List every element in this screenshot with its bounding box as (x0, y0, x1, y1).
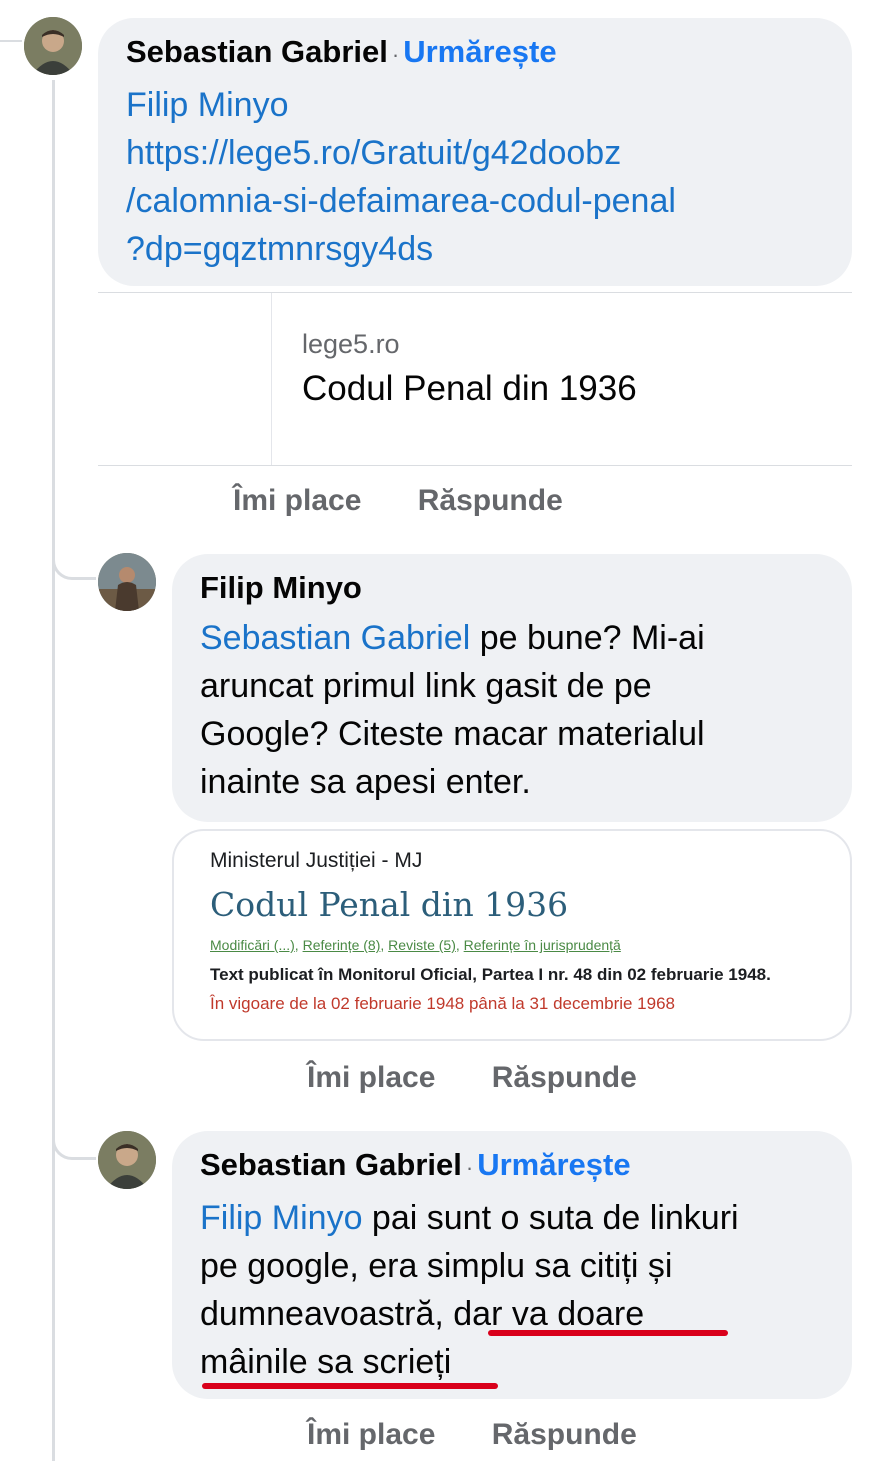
thread-branch-1 (52, 540, 96, 580)
preview-source: Ministerul Justiției - MJ (210, 849, 423, 872)
mention-link[interactable]: Sebastian Gabriel (200, 619, 470, 657)
red-underline-1 (488, 1330, 728, 1336)
follow-button[interactable]: Urmărește (403, 34, 556, 69)
link-preview-title: Codul Penal din 1936 (302, 369, 637, 408)
thread-branch-top (0, 40, 22, 42)
link-preview-domain: lege5.ro (302, 329, 400, 359)
red-underline-2 (202, 1383, 498, 1389)
preview-link-jurisprudenta: Referințe în jurisprudență (463, 937, 621, 953)
preview-link-reviste: Reviste (5) (388, 937, 456, 953)
avatar-filip[interactable] (98, 553, 156, 611)
preview-validity-text: În vigoare de la 02 februarie 1948 până … (210, 994, 676, 1013)
comment-actions-2: Îmi place Răspunde (307, 1061, 637, 1095)
like-button[interactable]: Îmi place (307, 1061, 435, 1095)
preview-link-modificari: Modificări (...) (210, 937, 295, 953)
comment-text-line-3: Google? Citeste macar materialul (200, 715, 705, 753)
thread-branch-2 (52, 1120, 96, 1160)
author-name[interactable]: Sebastian Gabriel (200, 1147, 462, 1182)
comment-text-line-1: Sebastian Gabriel pe bune? Mi-ai (200, 614, 824, 662)
separator-dot: · (391, 42, 400, 67)
separator-dot: · (465, 1155, 474, 1180)
comment-bubble-3: Sebastian Gabriel · Urmărește Filip Minyo … (172, 1131, 852, 1399)
comment-text-line-4: inainte sa apesi enter. (200, 763, 531, 801)
comment-bubble-2: Filip Minyo Sebastian Gabriel pe bune? M… (172, 554, 852, 822)
reply-button[interactable]: Răspunde (492, 1418, 637, 1452)
author-name[interactable]: Filip Minyo (200, 568, 824, 608)
link-preview-thumbnail (98, 293, 272, 465)
comment-text: pe bune? Mi-ai (470, 619, 705, 657)
attached-image-preview[interactable]: Ministerul Justiției - MJ Codul Penal di… (172, 829, 852, 1041)
preview-title: Codul Penal din 1936 (210, 885, 569, 924)
avatar-sebastian[interactable] (98, 1131, 156, 1189)
comment-author-row: Sebastian Gabriel · Urmărește (200, 1145, 824, 1188)
mention-link[interactable]: Filip Minyo (126, 81, 824, 129)
avatar-sebastian[interactable] (24, 17, 82, 75)
like-button[interactable]: Îmi place (307, 1418, 435, 1452)
comment-bubble-1: Sebastian Gabriel · Urmărește Filip Minyo … (98, 18, 852, 286)
comment-text: dumneavoastră, (200, 1295, 454, 1333)
preview-links: Modificări (...), Referințe (8), Reviste… (210, 937, 621, 953)
like-button[interactable]: Îmi place (233, 484, 361, 518)
url-line-1[interactable]: https://lege5.ro/Gratuit/g42doobz (126, 129, 824, 177)
author-name[interactable]: Sebastian Gabriel (126, 34, 388, 69)
thread-connector (52, 80, 55, 1461)
url-line-2[interactable]: /calomnia-si-defaimarea-codul-penal (126, 177, 824, 225)
comment-text-line-4: mâinile sa scrieți (200, 1343, 452, 1381)
reply-button[interactable]: Răspunde (418, 484, 563, 518)
comment-text-line-1: Filip Minyo pai sunt o suta de linkuri (200, 1194, 824, 1242)
preview-link-referinte: Referințe (8) (302, 937, 381, 953)
preview-published-text: Text publicat în Monitorul Oficial, Part… (210, 965, 771, 984)
url-line-3[interactable]: ?dp=gqztmnrsgy4ds (126, 225, 824, 273)
follow-button[interactable]: Urmărește (477, 1147, 630, 1182)
reply-button[interactable]: Răspunde (492, 1061, 637, 1095)
comment-author-row: Sebastian Gabriel · Urmărește (126, 32, 824, 75)
comment-actions-1: Îmi place Răspunde (233, 484, 563, 518)
link-preview-card[interactable]: lege5.ro Codul Penal din 1936 (98, 292, 852, 466)
comment-text-line-2: aruncat primul link gasit de pe (200, 667, 652, 705)
mention-link[interactable]: Filip Minyo (200, 1199, 362, 1237)
comment-actions-3: Îmi place Răspunde (307, 1418, 637, 1452)
comment-text: pai sunt o suta de linkuri (362, 1199, 739, 1237)
comment-text-line-2: pe google, era simplu sa citiți și (200, 1247, 673, 1285)
highlighted-text: dar va doare (453, 1295, 645, 1333)
